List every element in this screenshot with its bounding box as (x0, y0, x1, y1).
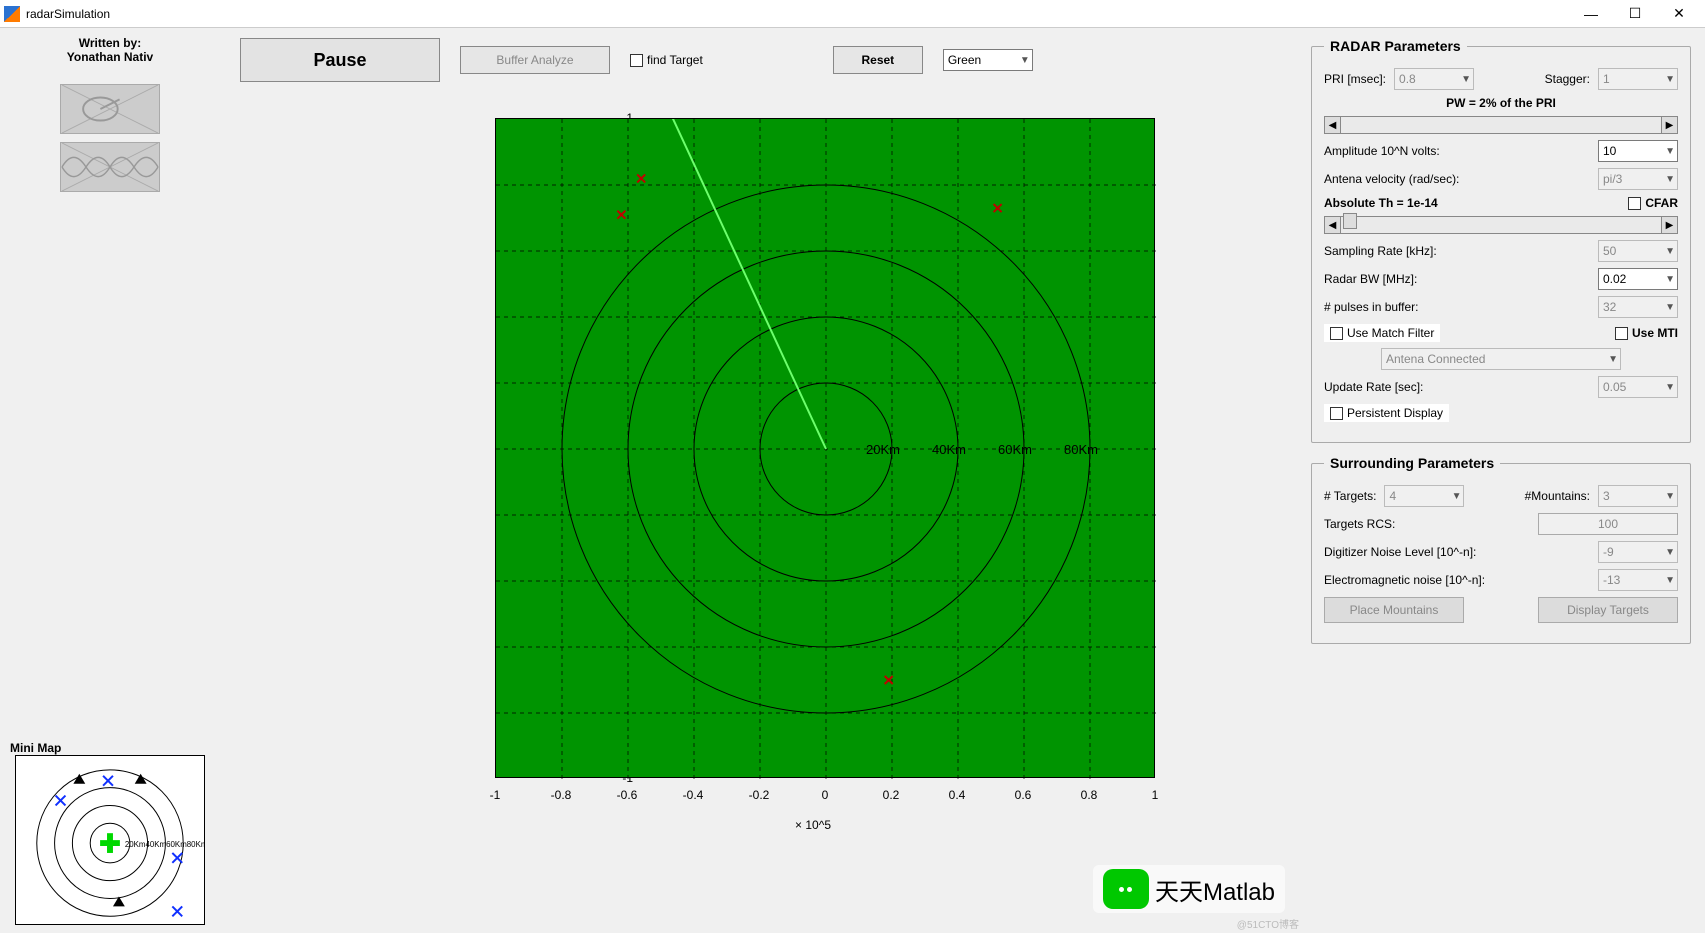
noise-select[interactable]: -9▼ (1598, 541, 1678, 563)
xtick: -0.8 (551, 788, 572, 802)
xtick: 1 (1152, 788, 1159, 802)
sampling-rate-label: Sampling Rate [kHz]: (1324, 244, 1437, 258)
xtick: 0 (822, 788, 829, 802)
titlebar: radarSimulation — ☐ ✕ (0, 0, 1705, 28)
antena-velocity-select[interactable]: pi/3▼ (1598, 168, 1678, 190)
update-rate-label: Update Rate [sec]: (1324, 380, 1423, 394)
xtick: 0.8 (1081, 788, 1098, 802)
mti-checkbox[interactable]: Use MTI (1615, 326, 1678, 340)
update-rate-select[interactable]: 0.05▼ (1598, 376, 1678, 398)
cfar-checkbox[interactable]: CFAR (1628, 196, 1678, 210)
find-target-checkbox[interactable]: find Target (630, 53, 703, 67)
minimap: 20Km40Km60Km80Km (15, 755, 205, 925)
pw-note: PW = 2% of the PRI (1446, 96, 1556, 110)
window-title: radarSimulation (26, 7, 110, 21)
antena-velocity-label: Antena velocity (rad/sec): (1324, 172, 1459, 186)
mountains-label: #Mountains: (1525, 489, 1590, 503)
color-scheme-value: Green (948, 53, 981, 67)
surrounding-parameters-panel: Surrounding Parameters # Targets: 4▼ #Mo… (1311, 455, 1691, 644)
pause-button[interactable]: Pause (240, 38, 440, 82)
antena-connected-select[interactable]: Antena Connected▼ (1381, 348, 1621, 370)
left-sidebar: Written by: Yonathan Nativ Mini Map 20Km… (0, 28, 220, 933)
credit-line1: Written by: (67, 36, 153, 50)
pw-slider[interactable]: ◀▶ (1324, 116, 1678, 134)
radar-ppi-plot: 20Km 40Km 60Km 80Km (495, 118, 1155, 778)
watermark-text: 天天Matlab (1155, 872, 1275, 907)
close-button[interactable]: ✕ (1657, 2, 1701, 26)
em-label: Electromagnetic noise [10^-n]: (1324, 573, 1485, 587)
right-sidebar: RADAR Parameters PRI [msec]: 0.8▼ Stagge… (1305, 28, 1705, 933)
pulses-label: # pulses in buffer: (1324, 300, 1419, 314)
threshold-slider[interactable]: ◀▶ (1324, 216, 1678, 234)
radar-bw-select[interactable]: 0.02▼ (1598, 268, 1678, 290)
display-targets-button[interactable]: Display Targets (1538, 597, 1678, 623)
wechat-icon (1103, 869, 1149, 909)
radar-bw-label: Radar BW [MHz]: (1324, 272, 1417, 286)
ring-label-60: 60Km (998, 442, 1032, 457)
reset-button[interactable]: Reset (833, 46, 923, 74)
amplitude-label: Amplitude 10^N volts: (1324, 144, 1440, 158)
thumb-antenna-icon (60, 84, 160, 134)
xtick: 0.4 (949, 788, 966, 802)
minimize-button[interactable]: — (1569, 2, 1613, 26)
author-credit: Written by: Yonathan Nativ (67, 36, 153, 64)
thumb-wave-icon (60, 142, 160, 192)
place-mountains-button[interactable]: Place Mountains (1324, 597, 1464, 623)
match-filter-checkbox[interactable]: Use Match Filter (1324, 324, 1440, 342)
noise-label: Digitizer Noise Level [10^-n]: (1324, 545, 1476, 559)
mountains-select[interactable]: 3▼ (1598, 485, 1678, 507)
minimap-title: Mini Map (10, 741, 61, 755)
targets-select[interactable]: 4▼ (1384, 485, 1464, 507)
xtick: 0.6 (1015, 788, 1032, 802)
stagger-select[interactable]: 1▼ (1598, 68, 1678, 90)
ring-label-40: 40Km (932, 442, 966, 457)
pri-select[interactable]: 0.8▼ (1394, 68, 1474, 90)
rcs-field[interactable]: 100 (1538, 513, 1678, 535)
axis-scale-note: × 10^5 (795, 818, 831, 832)
credit-line2: Yonathan Nativ (67, 50, 153, 64)
app-logo-icon (4, 6, 20, 22)
targets-label: # Targets: (1324, 489, 1376, 503)
pulses-select[interactable]: 32▼ (1598, 296, 1678, 318)
watermark: 天天Matlab (1093, 865, 1285, 913)
color-scheme-select[interactable]: Green▼ (943, 49, 1033, 71)
rcs-label: Targets RCS: (1324, 517, 1395, 531)
svg-text:20Km40Km60Km80Km: 20Km40Km60Km80Km (125, 840, 204, 849)
xtick: -1 (490, 788, 501, 802)
xtick: -0.6 (617, 788, 638, 802)
ring-label-80: 80Km (1064, 442, 1098, 457)
ring-label-20: 20Km (866, 442, 900, 457)
surround-legend: Surrounding Parameters (1324, 455, 1500, 471)
main-area: Pause Buffer Analyze find Target Reset G… (220, 28, 1305, 933)
stagger-label: Stagger: (1545, 72, 1590, 86)
xtick: -0.2 (749, 788, 770, 802)
persistent-display-checkbox[interactable]: Persistent Display (1324, 404, 1449, 422)
abs-th-label: Absolute Th = 1e-14 (1324, 196, 1438, 210)
maximize-button[interactable]: ☐ (1613, 2, 1657, 26)
toolbar: Pause Buffer Analyze find Target Reset G… (220, 28, 1305, 82)
pri-label: PRI [msec]: (1324, 72, 1386, 86)
em-select[interactable]: -13▼ (1598, 569, 1678, 591)
xtick: -0.4 (683, 788, 704, 802)
amplitude-select[interactable]: 10▼ (1598, 140, 1678, 162)
radar-parameters-panel: RADAR Parameters PRI [msec]: 0.8▼ Stagge… (1311, 38, 1691, 443)
buffer-analyze-button[interactable]: Buffer Analyze (460, 46, 610, 74)
find-target-label: find Target (647, 53, 703, 67)
sampling-rate-select[interactable]: 50▼ (1598, 240, 1678, 262)
radar-legend: RADAR Parameters (1324, 38, 1467, 54)
watermark-credit: @51CTO博客 (1237, 916, 1299, 931)
xtick: 0.2 (883, 788, 900, 802)
